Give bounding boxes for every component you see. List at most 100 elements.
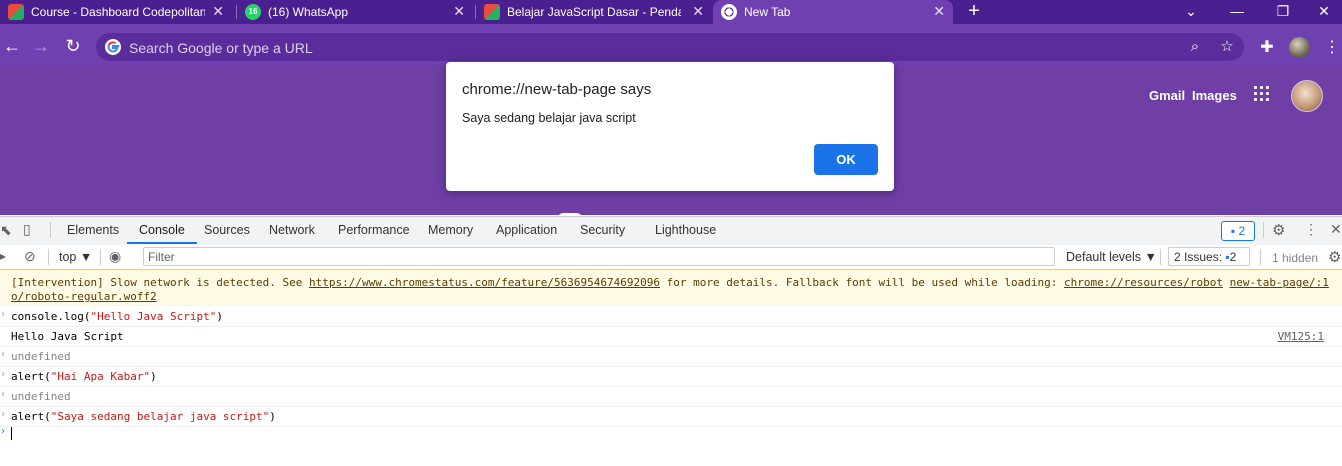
- warning-text: for more details. Fallback font will be …: [660, 276, 1064, 289]
- forward-arrow-icon[interactable]: →: [29, 34, 53, 58]
- divider: [1160, 249, 1161, 265]
- console-command: console.log("Hello Java Script"): [11, 310, 223, 323]
- extensions-puzzle-icon[interactable]: ✚: [1256, 37, 1278, 59]
- clear-console-icon[interactable]: ⊘: [24, 248, 36, 265]
- tab-console[interactable]: Console: [127, 216, 197, 244]
- log-levels-select[interactable]: Default levels ▼: [1066, 250, 1157, 264]
- console-output: [Intervention] Slow network is detected.…: [0, 270, 1342, 466]
- reload-icon[interactable]: ↻: [61, 34, 85, 58]
- console-result-row: ‹ undefined: [0, 346, 1342, 367]
- devtools-menu-icon[interactable]: ⋮: [1304, 221, 1318, 238]
- close-icon[interactable]: ✕: [453, 3, 465, 20]
- console-input-row: › alert("Saya sedang belajar java script…: [0, 406, 1342, 427]
- close-icon[interactable]: ✕: [212, 3, 224, 20]
- tab-sources[interactable]: Sources: [204, 216, 250, 244]
- levels-label: Default levels: [1066, 250, 1142, 264]
- ok-button[interactable]: OK: [814, 144, 878, 175]
- result-chevron-icon: ‹: [0, 389, 7, 400]
- menu-kebab-icon[interactable]: ⋮: [1322, 37, 1342, 59]
- prompt-chevron-icon: ›: [0, 426, 7, 437]
- code: console.log(: [11, 310, 91, 323]
- code: ): [150, 370, 157, 383]
- address-bar-placeholder: Search Google or type a URL: [129, 40, 313, 56]
- dropdown-arrow-icon: ▼: [79, 250, 93, 264]
- dialog-title: chrome://new-tab-page says: [462, 81, 652, 98]
- console-input-row: › alert("Hai Apa Kabar"): [0, 366, 1342, 387]
- restore-icon[interactable]: ❐: [1260, 0, 1306, 24]
- minimize-icon[interactable]: —: [1214, 0, 1260, 24]
- tab-lighthouse[interactable]: Lighthouse: [655, 216, 716, 244]
- issues-button[interactable]: 2 Issues: ▪2: [1168, 247, 1250, 266]
- hidden-count: 1 hidden: [1272, 251, 1319, 265]
- gmail-link[interactable]: Gmail: [1149, 88, 1185, 103]
- code: ): [216, 310, 223, 323]
- string-literal: "Hai Apa Kabar": [50, 370, 151, 383]
- string-literal: "Saya sedang belajar java script": [50, 410, 270, 423]
- filter-input[interactable]: Filter: [143, 247, 1055, 266]
- account-avatar[interactable]: [1291, 80, 1323, 112]
- tab-whatsapp[interactable]: 16 (16) WhatsApp ✕: [237, 0, 473, 24]
- google-icon: [105, 39, 121, 55]
- chrome-icon: [721, 4, 737, 20]
- console-settings-icon[interactable]: ⚙: [1328, 248, 1341, 266]
- device-toolbar-icon[interactable]: ▯: [23, 221, 31, 238]
- dialog-message: Saya sedang belajar java script: [462, 111, 636, 125]
- warning-text: [Intervention] Slow network is detected.…: [11, 276, 310, 289]
- divider: [48, 249, 49, 265]
- context-select[interactable]: top ▼: [59, 250, 92, 264]
- console-result-row: ‹ undefined: [0, 386, 1342, 407]
- close-icon[interactable]: ✕: [933, 3, 945, 20]
- back-arrow-icon[interactable]: ←: [0, 34, 24, 58]
- live-expression-eye-icon[interactable]: ◉: [109, 248, 121, 265]
- alert-dialog: chrome://new-tab-page says Saya sedang b…: [446, 62, 894, 191]
- log-output: Hello Java Script: [11, 330, 124, 343]
- robot-font-link[interactable]: chrome://resources/robot: [1064, 276, 1223, 289]
- google-apps-icon[interactable]: [1254, 86, 1270, 102]
- console-command: alert("Hai Apa Kabar"): [11, 370, 157, 383]
- source-link[interactable]: VM125:1: [1278, 330, 1324, 343]
- tab-title: (16) WhatsApp: [268, 5, 349, 19]
- inspect-element-icon[interactable]: ⬉: [0, 222, 12, 239]
- code: alert(: [11, 370, 51, 383]
- warning-line: [Intervention] Slow network is detected.…: [11, 276, 1329, 289]
- bookmark-star-icon[interactable]: ☆: [1218, 38, 1236, 56]
- divider: [1260, 249, 1261, 265]
- close-devtools-icon[interactable]: ✕: [1330, 221, 1342, 238]
- messages-count: 2: [1238, 224, 1246, 238]
- robot-font-link[interactable]: o/roboto-regular.woff2: [11, 290, 157, 303]
- console-prompt-input[interactable]: [11, 427, 12, 440]
- tab-belajar-javascript[interactable]: Belajar JavaScript Dasar - Pendah ✕: [476, 0, 712, 24]
- messages-badge[interactable]: ▪ 2: [1221, 221, 1255, 241]
- tab-memory[interactable]: Memory: [428, 216, 473, 244]
- tab-network[interactable]: Network: [269, 216, 315, 244]
- divider: [100, 249, 101, 265]
- code: alert(: [11, 410, 51, 423]
- string-literal: "Hello Java Script": [90, 310, 217, 323]
- tab-security[interactable]: Security: [580, 216, 625, 244]
- sidebar-toggle-icon[interactable]: ▸: [0, 249, 6, 263]
- issues-label: 2 Issues:: [1174, 250, 1223, 264]
- settings-gear-icon[interactable]: ⚙: [1272, 221, 1285, 239]
- input-chevron-icon: ›: [0, 369, 7, 380]
- new-tab-button[interactable]: +: [964, 0, 984, 24]
- close-window-icon[interactable]: ✕: [1306, 0, 1342, 24]
- divider: [1263, 222, 1264, 238]
- result-value: undefined: [11, 350, 71, 363]
- whatsapp-icon: 16: [245, 4, 261, 20]
- source-link[interactable]: new-tab-page/:1: [1230, 276, 1329, 289]
- images-link[interactable]: Images: [1192, 88, 1237, 103]
- tab-new-tab[interactable]: New Tab ✕: [713, 0, 953, 24]
- close-icon[interactable]: ✕: [692, 3, 704, 20]
- input-chevron-icon: ›: [0, 409, 7, 420]
- tab-search-icon[interactable]: ⌄: [1168, 0, 1214, 24]
- tab-application[interactable]: Application: [496, 216, 557, 244]
- profile-avatar[interactable]: [1289, 37, 1310, 58]
- tab-performance[interactable]: Performance: [338, 216, 410, 244]
- issues-count: 2: [1229, 250, 1237, 264]
- chromestatus-link[interactable]: https://www.chromestatus.com/feature/563…: [309, 276, 660, 289]
- tab-title: Course - Dashboard Codepolitan: [31, 5, 205, 19]
- warning-line: o/roboto-regular.woff2: [11, 290, 157, 303]
- tab-elements[interactable]: Elements: [67, 216, 119, 244]
- zoom-search-icon[interactable]: ⌕: [1186, 38, 1204, 56]
- tab-codepolitan-dashboard[interactable]: Course - Dashboard Codepolitan ✕: [0, 0, 232, 24]
